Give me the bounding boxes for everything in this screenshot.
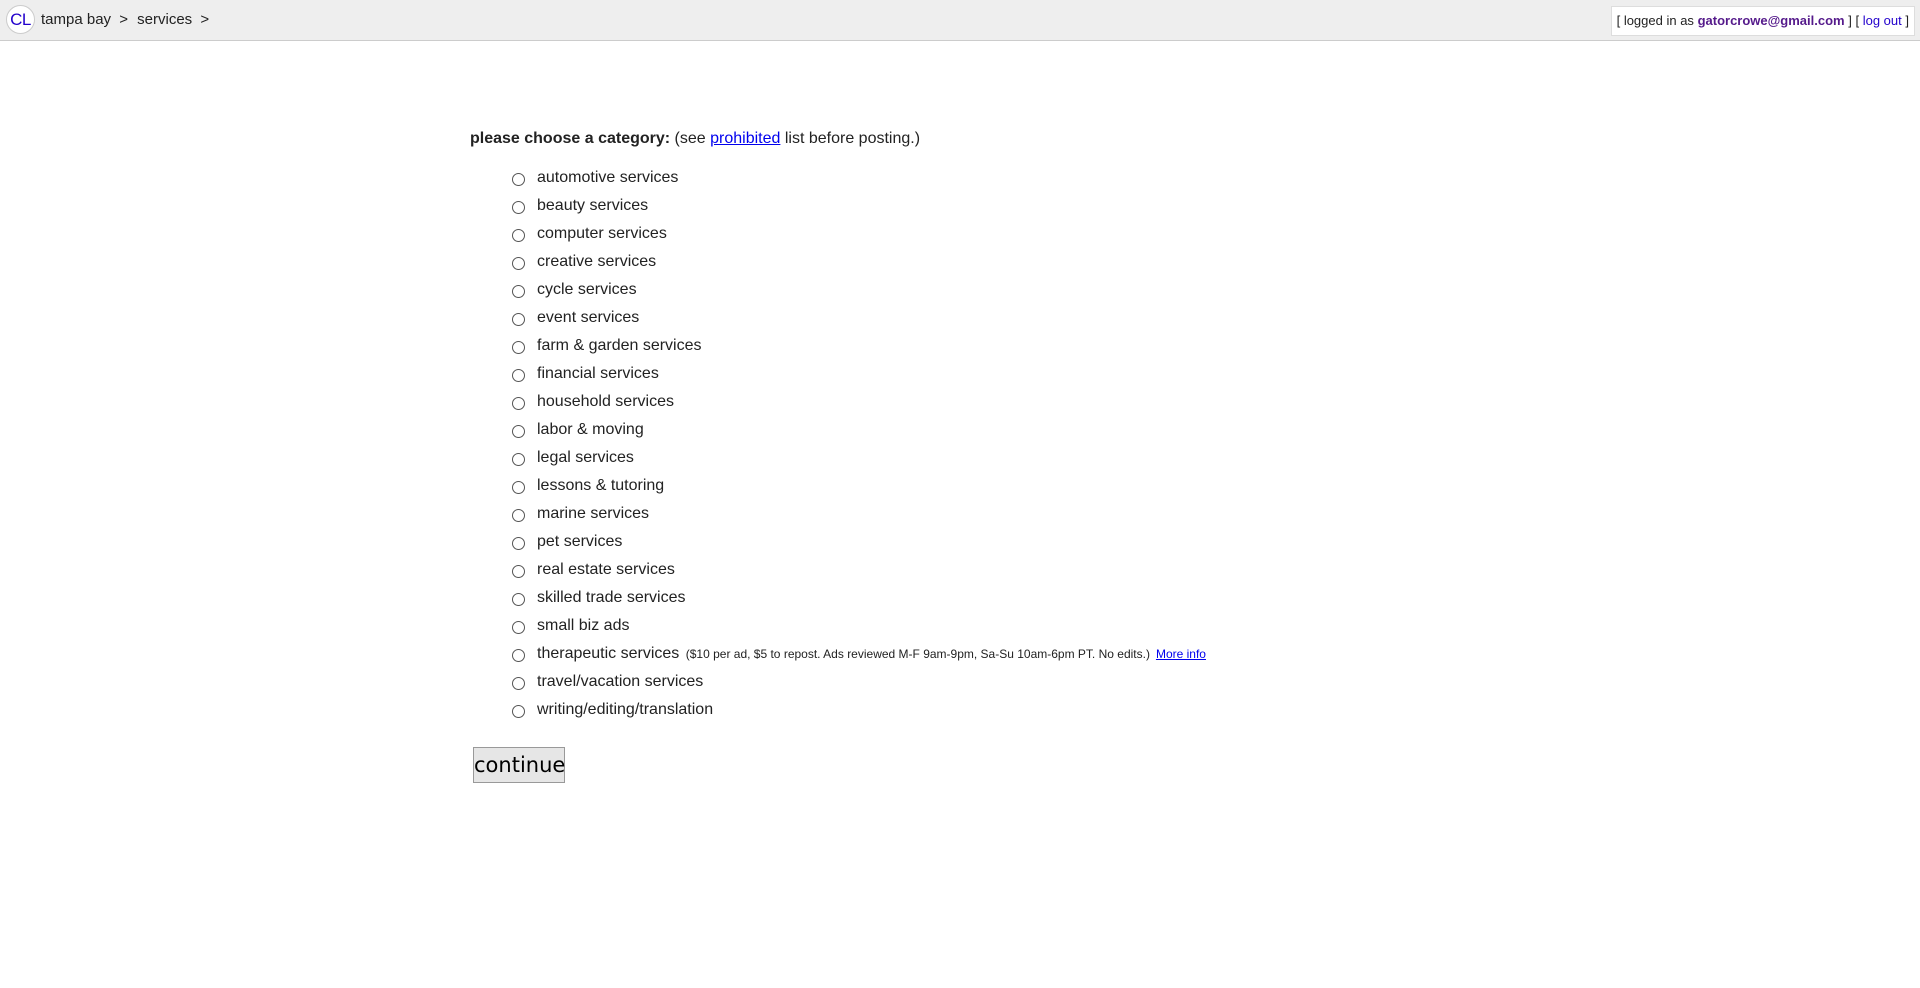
category-label[interactable]: financial services [537, 364, 659, 384]
radio-button[interactable] [512, 313, 525, 326]
category-label[interactable]: writing/editing/translation [537, 700, 713, 720]
craigslist-logo[interactable]: CL [6, 5, 35, 34]
more-info-link[interactable]: More info [1156, 647, 1206, 661]
radio-button[interactable] [512, 677, 525, 690]
heading-label: please choose a category: [470, 130, 671, 147]
radio-button[interactable] [512, 285, 525, 298]
radio-button[interactable] [512, 481, 525, 494]
radio-button[interactable] [512, 341, 525, 354]
logout-link[interactable]: log out [1863, 13, 1902, 28]
breadcrumb-category[interactable]: services [137, 11, 192, 28]
category-label[interactable]: lessons & tutoring [537, 476, 664, 496]
category-option[interactable]: small biz ads [470, 617, 1470, 645]
category-option[interactable]: creative services [470, 253, 1470, 281]
category-label[interactable]: event services [537, 308, 639, 328]
category-option[interactable]: legal services [470, 449, 1470, 477]
user-box-suffix: ] [1905, 13, 1909, 28]
therapeutic-fee-note: ($10 per ad, $5 to repost. Ads reviewed … [686, 647, 1206, 661]
prohibited-link[interactable]: prohibited [710, 130, 780, 147]
breadcrumb-separator: > [200, 11, 210, 28]
category-option[interactable]: financial services [470, 365, 1470, 393]
category-option[interactable]: farm & garden services [470, 337, 1470, 365]
category-label[interactable]: automotive services [537, 168, 678, 188]
category-option[interactable]: therapeutic services ($10 per ad, $5 to … [470, 645, 1470, 673]
radio-button[interactable] [512, 201, 525, 214]
category-option[interactable]: computer services [470, 225, 1470, 253]
category-option[interactable]: pet services [470, 533, 1470, 561]
category-label[interactable]: pet services [537, 532, 622, 552]
category-option[interactable]: labor & moving [470, 421, 1470, 449]
category-list: automotive services beauty services comp… [470, 169, 1470, 729]
breadcrumb: tampa bay > services > [41, 11, 214, 28]
category-option[interactable]: real estate services [470, 561, 1470, 589]
radio-button[interactable] [512, 229, 525, 242]
category-label[interactable]: cycle services [537, 280, 637, 300]
category-label[interactable]: travel/vacation services [537, 672, 703, 692]
category-label[interactable]: real estate services [537, 560, 675, 580]
category-option[interactable]: travel/vacation services [470, 673, 1470, 701]
category-label[interactable]: creative services [537, 252, 656, 272]
radio-button[interactable] [512, 593, 525, 606]
category-label[interactable]: beauty services [537, 196, 648, 216]
continue-button[interactable]: continue [473, 747, 565, 783]
category-option[interactable]: beauty services [470, 197, 1470, 225]
radio-button[interactable] [512, 509, 525, 522]
radio-button[interactable] [512, 705, 525, 718]
heading-pre: (see [674, 130, 706, 147]
radio-button[interactable] [512, 425, 525, 438]
radio-button[interactable] [512, 565, 525, 578]
user-status-box: [ logged in as gatorcrowe@gmail.com ] [ … [1610, 6, 1915, 36]
logged-in-prefix: [ logged in as [1616, 13, 1694, 28]
category-label[interactable]: marine services [537, 504, 649, 524]
category-label-with-note[interactable]: therapeutic services ($10 per ad, $5 to … [537, 644, 1206, 664]
category-option[interactable]: event services [470, 309, 1470, 337]
account-email-link[interactable]: gatorcrowe@gmail.com [1698, 13, 1845, 28]
page-heading: please choose a category: (see prohibite… [470, 129, 1470, 149]
heading-post: list before posting.) [784, 130, 921, 147]
breadcrumb-location[interactable]: tampa bay [41, 11, 111, 28]
category-label[interactable]: computer services [537, 224, 667, 244]
user-box-separator: ] [ [1848, 13, 1860, 28]
category-option[interactable]: marine services [470, 505, 1470, 533]
category-option[interactable]: writing/editing/translation [470, 701, 1470, 729]
category-label[interactable]: small biz ads [537, 616, 629, 636]
category-label[interactable]: therapeutic services [537, 645, 679, 662]
category-label[interactable]: skilled trade services [537, 588, 686, 608]
category-option[interactable]: lessons & tutoring [470, 477, 1470, 505]
category-option[interactable]: cycle services [470, 281, 1470, 309]
category-option[interactable]: household services [470, 393, 1470, 421]
radio-button[interactable] [512, 537, 525, 550]
category-option[interactable]: automotive services [470, 169, 1470, 197]
category-label[interactable]: labor & moving [537, 420, 644, 440]
top-bar: CL tampa bay > services > [ logged in as… [0, 0, 1920, 41]
radio-button[interactable] [512, 621, 525, 634]
radio-button[interactable] [512, 453, 525, 466]
category-label[interactable]: farm & garden services [537, 336, 702, 356]
radio-button[interactable] [512, 257, 525, 270]
radio-button[interactable] [512, 649, 525, 662]
category-label[interactable]: legal services [537, 448, 634, 468]
category-label[interactable]: household services [537, 392, 674, 412]
radio-button[interactable] [512, 173, 525, 186]
radio-button[interactable] [512, 369, 525, 382]
category-option[interactable]: skilled trade services [470, 589, 1470, 617]
fee-note-text: ($10 per ad, $5 to repost. Ads reviewed … [685, 647, 1150, 661]
category-form: please choose a category: (see prohibite… [470, 129, 1470, 783]
breadcrumb-separator: > [119, 11, 128, 28]
radio-button[interactable] [512, 397, 525, 410]
